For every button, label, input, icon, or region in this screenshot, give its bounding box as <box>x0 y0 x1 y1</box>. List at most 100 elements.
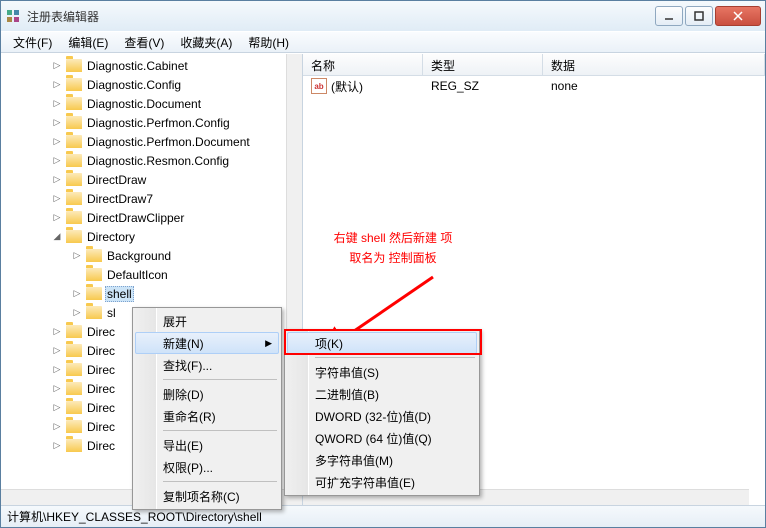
titlebar: 注册表编辑器 <box>1 1 765 31</box>
tree-expander-icon[interactable]: ▷ <box>51 345 63 357</box>
col-data[interactable]: 数据 <box>543 54 765 75</box>
tree-expander-icon[interactable]: ▷ <box>51 383 63 395</box>
tree-item[interactable]: ▷Background <box>1 246 302 265</box>
tree-expander-icon[interactable]: ▷ <box>71 250 83 262</box>
ctx-rename[interactable]: 重命名(R) <box>135 405 279 427</box>
ctx-copy-key-name[interactable]: 复制项名称(C) <box>135 485 279 507</box>
folder-icon <box>66 135 82 148</box>
folder-icon <box>66 439 82 452</box>
ctx-new-multistring[interactable]: 多字符串值(M) <box>287 449 477 471</box>
tree-expander-icon[interactable]: ▷ <box>51 364 63 376</box>
context-menu: 展开 新建(N)▶ 查找(F)... 删除(D) 重命名(R) 导出(E) 权限… <box>132 307 282 510</box>
tree-label: Direc <box>85 344 117 358</box>
folder-icon <box>66 230 82 243</box>
tree-expander-icon[interactable]: ▷ <box>51 421 63 433</box>
tree-item[interactable]: DefaultIcon <box>1 265 302 284</box>
status-path: 计算机\HKEY_CLASSES_ROOT\Directory\shell <box>7 508 262 525</box>
folder-icon <box>66 420 82 433</box>
tree-expander-icon[interactable]: ▷ <box>71 288 83 300</box>
ctx-find[interactable]: 查找(F)... <box>135 354 279 376</box>
value-type: REG_SZ <box>423 79 543 93</box>
tree-expander-icon[interactable]: ▷ <box>51 155 63 167</box>
tree-label: DefaultIcon <box>105 268 170 282</box>
submenu-arrow-icon: ▶ <box>265 338 272 349</box>
tree-label: Directory <box>85 230 137 244</box>
menu-favorites[interactable]: 收藏夹(A) <box>172 32 240 53</box>
ctx-export[interactable]: 导出(E) <box>135 434 279 456</box>
tree-expander-icon[interactable]: ▷ <box>51 440 63 452</box>
folder-icon <box>66 116 82 129</box>
ctx-new-qword[interactable]: QWORD (64 位)值(Q) <box>287 427 477 449</box>
ctx-delete[interactable]: 删除(D) <box>135 383 279 405</box>
menu-edit[interactable]: 编辑(E) <box>60 32 116 53</box>
ctx-expand[interactable]: 展开 <box>135 310 279 332</box>
tree-label: Direc <box>85 325 117 339</box>
tree-item[interactable]: ▷ Diagnostic.Perfmon.Config <box>1 113 302 132</box>
ctx-new[interactable]: 新建(N)▶ <box>135 332 279 354</box>
folder-icon <box>66 382 82 395</box>
string-value-icon: ab <box>311 78 327 94</box>
tree-label: Direc <box>85 439 117 453</box>
folder-icon <box>86 268 102 281</box>
folder-icon <box>66 192 82 205</box>
tree-item[interactable]: ▷DirectDraw7 <box>1 189 302 208</box>
list-row[interactable]: ab(默认) REG_SZ none <box>303 76 765 96</box>
annotation-text: 右键 shell 然后新建 项 取名为 控制面板 <box>303 228 483 268</box>
tree-expander-icon[interactable]: ▷ <box>51 98 63 110</box>
folder-icon <box>66 154 82 167</box>
ctx-permissions[interactable]: 权限(P)... <box>135 456 279 478</box>
ctx-new-expandstring[interactable]: 可扩充字符串值(E) <box>287 471 477 493</box>
tree-item[interactable]: ◢ Directory <box>1 227 302 246</box>
tree-expander-icon[interactable]: ▷ <box>51 212 63 224</box>
tree-expander-icon[interactable]: ▷ <box>51 326 63 338</box>
maximize-button[interactable] <box>685 6 713 26</box>
tree-item[interactable]: ▷DirectDraw <box>1 170 302 189</box>
tree-item[interactable]: ▷Diagnostic.Document <box>1 94 302 113</box>
menubar: 文件(F) 编辑(E) 查看(V) 收藏夹(A) 帮助(H) <box>1 31 765 53</box>
tree-expander-icon[interactable]: ▷ <box>51 174 63 186</box>
tree-expander-icon[interactable]: ▷ <box>51 79 63 91</box>
menu-help[interactable]: 帮助(H) <box>240 32 297 53</box>
tree-label: Diagnostic.Cabinet <box>85 59 190 73</box>
tree-item[interactable]: ▷Diagnostic.Perfmon.Document <box>1 132 302 151</box>
ctx-new-binary[interactable]: 二进制值(B) <box>287 383 477 405</box>
tree-expander-icon[interactable]: ▷ <box>51 60 63 72</box>
folder-icon <box>66 173 82 186</box>
tree-item[interactable]: ▷ Diagnostic.Config <box>1 75 302 94</box>
col-type[interactable]: 类型 <box>423 54 543 75</box>
tree-label: Direc <box>85 420 117 434</box>
folder-icon <box>86 306 102 319</box>
tree-label: Diagnostic.Config <box>85 78 183 92</box>
tree-item[interactable]: ▷ shell <box>1 284 302 303</box>
list-header: 名称 类型 数据 <box>303 54 765 76</box>
ctx-new-dword[interactable]: DWORD (32-位)值(D) <box>287 405 477 427</box>
tree-label: Direc <box>85 363 117 377</box>
tree-expander-icon[interactable]: ◢ <box>51 231 63 243</box>
tree-expander-icon[interactable] <box>71 269 83 281</box>
folder-icon <box>86 287 102 300</box>
ctx-new-string[interactable]: 字符串值(S) <box>287 361 477 383</box>
folder-icon <box>66 97 82 110</box>
tree-expander-icon[interactable]: ▷ <box>51 193 63 205</box>
tree-label: DirectDrawClipper <box>85 211 186 225</box>
tree-label: shell <box>105 286 134 302</box>
tree-expander-icon[interactable]: ▷ <box>71 307 83 319</box>
tree-label: Direc <box>85 401 117 415</box>
ctx-new-key[interactable]: 项(K) <box>287 332 477 354</box>
tree-item[interactable]: ▷Diagnostic.Resmon.Config <box>1 151 302 170</box>
col-name[interactable]: 名称 <box>303 54 423 75</box>
minimize-button[interactable] <box>655 6 683 26</box>
tree-expander-icon[interactable]: ▷ <box>51 117 63 129</box>
app-icon <box>5 8 21 24</box>
menu-file[interactable]: 文件(F) <box>5 32 60 53</box>
tree-expander-icon[interactable]: ▷ <box>51 402 63 414</box>
tree-item[interactable]: ▷ Diagnostic.Cabinet <box>1 56 302 75</box>
context-submenu-new: 项(K) 字符串值(S) 二进制值(B) DWORD (32-位)值(D) QW… <box>284 329 480 496</box>
tree-label: Diagnostic.Perfmon.Config <box>85 116 232 130</box>
folder-icon <box>66 59 82 72</box>
menu-view[interactable]: 查看(V) <box>116 32 172 53</box>
tree-expander-icon[interactable]: ▷ <box>51 136 63 148</box>
tree-item[interactable]: ▷ DirectDrawClipper <box>1 208 302 227</box>
close-button[interactable] <box>715 6 761 26</box>
folder-icon <box>86 249 102 262</box>
